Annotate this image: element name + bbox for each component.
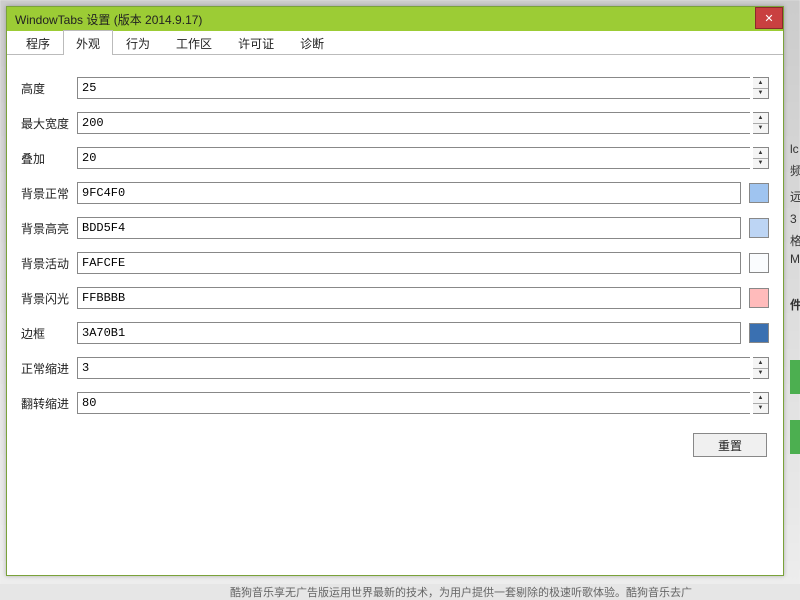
bg-hint: 频 — [790, 162, 800, 179]
form-content: 高度 ▲ ▼ 最大宽度 ▲ ▼ 叠加 — [7, 55, 783, 575]
bg-hint: 3 — [790, 212, 797, 226]
row-indent-normal: 正常缩进 ▲ ▼ — [21, 357, 769, 379]
row-maxwidth: 最大宽度 ▲ ▼ — [21, 112, 769, 134]
tab-program[interactable]: 程序 — [13, 30, 63, 55]
spinner-indent-normal[interactable]: ▲ ▼ — [753, 357, 769, 379]
row-border: 边框 — [21, 322, 769, 344]
chevron-down-icon[interactable]: ▼ — [753, 124, 768, 134]
chevron-down-icon[interactable]: ▼ — [753, 89, 768, 99]
bg-green-strip — [790, 360, 800, 394]
close-button[interactable]: ✕ — [755, 7, 783, 29]
tab-license[interactable]: 许可证 — [225, 30, 287, 55]
close-icon: ✕ — [764, 12, 773, 25]
row-indent-reverse: 翻转缩进 ▲ ▼ — [21, 392, 769, 414]
chevron-up-icon[interactable]: ▲ — [753, 393, 768, 404]
chevron-down-icon[interactable]: ▼ — [753, 369, 768, 379]
label-indent-reverse: 翻转缩进 — [21, 395, 77, 412]
swatch-bg-flash[interactable] — [749, 288, 769, 308]
spinner-maxwidth[interactable]: ▲ ▼ — [753, 112, 769, 134]
row-bg-flash: 背景闪光 — [21, 287, 769, 309]
row-overlap: 叠加 ▲ ▼ — [21, 147, 769, 169]
input-border[interactable] — [77, 322, 741, 344]
label-bg-active: 背景活动 — [21, 255, 77, 272]
label-maxwidth: 最大宽度 — [21, 115, 77, 132]
chevron-down-icon[interactable]: ▼ — [753, 159, 768, 169]
label-height: 高度 — [21, 80, 77, 97]
spinner-overlap[interactable]: ▲ ▼ — [753, 147, 769, 169]
input-overlap[interactable] — [77, 147, 750, 169]
label-bg-flash: 背景闪光 — [21, 290, 77, 307]
input-bg-normal[interactable] — [77, 182, 741, 204]
titlebar[interactable]: WindowTabs 设置 (版本 2014.9.17) ✕ — [7, 7, 783, 31]
tabbar: 程序 外观 行为 工作区 许可证 诊断 — [7, 31, 783, 55]
tab-diagnose[interactable]: 诊断 — [287, 30, 337, 55]
input-indent-normal[interactable] — [77, 357, 750, 379]
swatch-bg-active[interactable] — [749, 253, 769, 273]
spinner-indent-reverse[interactable]: ▲ ▼ — [753, 392, 769, 414]
chevron-up-icon[interactable]: ▲ — [753, 113, 768, 124]
label-overlap: 叠加 — [21, 150, 77, 167]
bg-hint: M — [790, 252, 800, 266]
chevron-up-icon[interactable]: ▲ — [753, 358, 768, 369]
window-title: WindowTabs 设置 (版本 2014.9.17) — [15, 11, 202, 28]
label-bg-normal: 背景正常 — [21, 185, 77, 202]
reset-button[interactable]: 重置 — [693, 433, 767, 457]
settings-window: WindowTabs 设置 (版本 2014.9.17) ✕ 程序 外观 行为 … — [6, 6, 784, 576]
chevron-down-icon[interactable]: ▼ — [753, 404, 768, 414]
chevron-up-icon[interactable]: ▲ — [753, 148, 768, 159]
bg-bottom-text: 酷狗音乐享无广告版运用世界最新的技术，为用户提供一套剔除的极速听歌体验。酷狗音乐… — [0, 584, 800, 600]
bg-green-strip — [790, 420, 800, 454]
bg-hint: 格 — [790, 232, 800, 249]
swatch-bg-high[interactable] — [749, 218, 769, 238]
input-bg-high[interactable] — [77, 217, 741, 239]
label-indent-normal: 正常缩进 — [21, 360, 77, 377]
row-bg-active: 背景活动 — [21, 252, 769, 274]
input-indent-reverse[interactable] — [77, 392, 750, 414]
label-border: 边框 — [21, 325, 77, 342]
row-bg-high: 背景高亮 — [21, 217, 769, 239]
label-bg-high: 背景高亮 — [21, 220, 77, 237]
bg-hint: 件 — [790, 296, 800, 313]
spinner-height[interactable]: ▲ ▼ — [753, 77, 769, 99]
row-bg-normal: 背景正常 — [21, 182, 769, 204]
chevron-up-icon[interactable]: ▲ — [753, 78, 768, 89]
swatch-bg-normal[interactable] — [749, 183, 769, 203]
swatch-border[interactable] — [749, 323, 769, 343]
input-bg-flash[interactable] — [77, 287, 741, 309]
tab-behavior[interactable]: 行为 — [113, 30, 163, 55]
row-height: 高度 ▲ ▼ — [21, 77, 769, 99]
tab-appearance[interactable]: 外观 — [63, 30, 113, 55]
tab-workspace[interactable]: 工作区 — [163, 30, 225, 55]
input-bg-active[interactable] — [77, 252, 741, 274]
input-height[interactable] — [77, 77, 750, 99]
input-maxwidth[interactable] — [77, 112, 750, 134]
bg-hint: lc — [790, 142, 799, 156]
bg-hint: 远 — [790, 188, 800, 205]
